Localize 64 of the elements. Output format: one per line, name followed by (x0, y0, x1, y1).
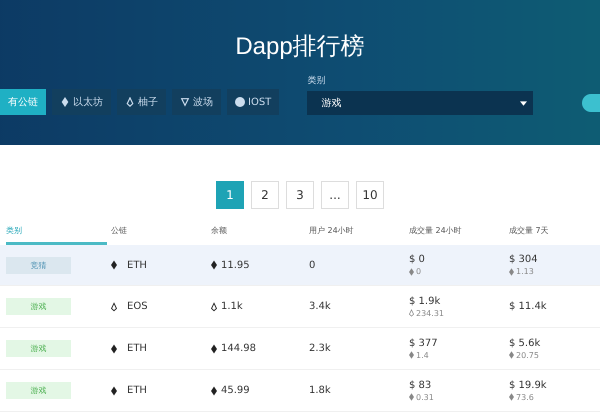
drop-icon (211, 302, 217, 312)
chain-name: ETH (127, 260, 147, 270)
volume-usd: $ 0 (409, 254, 425, 265)
column-header[interactable]: 成交量 7天 (509, 217, 600, 245)
diamond-icon (509, 393, 514, 401)
users-value: 1.8k (309, 385, 331, 396)
page-button[interactable]: 3 (286, 181, 314, 209)
volume-coin: 0.31 (416, 392, 434, 402)
diamond-icon (211, 260, 217, 270)
volume-coin: 73.6 (516, 392, 534, 402)
category-tag: 游戏 (6, 298, 71, 315)
category-dropdown[interactable]: 游戏 (307, 91, 534, 115)
page-button[interactable]: ... (321, 181, 349, 209)
volume-coin: 0 (416, 267, 422, 276)
diamond-icon (211, 386, 217, 396)
table-row[interactable]: 竞猜 ETH 11.95 0 $ 0 0 $ 304 1.13 (0, 245, 600, 286)
volume-usd: $ 11.4k (509, 301, 547, 312)
volume-coin: 1.4 (416, 350, 429, 360)
column-header[interactable]: 公链 (111, 217, 211, 245)
page-title: Dapp排行榜 (235, 32, 365, 62)
diamond-icon (60, 97, 70, 107)
diamond-icon (509, 351, 514, 359)
balance-value: 11.95 (221, 260, 250, 270)
volume-usd: $ 1.9k (409, 296, 440, 306)
volume-coin: 234.31 (416, 308, 444, 318)
volume-coin: 1.13 (516, 267, 534, 276)
diamond-icon (509, 268, 514, 276)
volume-usd: $ 5.6k (509, 338, 540, 348)
diamond-icon (409, 393, 414, 401)
chain-name: ETH (127, 385, 147, 396)
column-header[interactable]: 成交量 24小时 (409, 217, 509, 245)
diamond-icon (211, 344, 217, 354)
users-value: 2.3k (309, 343, 331, 354)
drop-icon (409, 309, 414, 317)
volume-usd: $ 83 (409, 380, 432, 390)
column-header[interactable]: 用户 24小时 (309, 217, 409, 245)
filter-label: 类别 (307, 74, 326, 87)
chain-tab[interactable]: 柚子 (117, 89, 166, 115)
chain-name: EOS (127, 301, 148, 312)
category-tag: 竞猜 (6, 256, 71, 274)
volume-coin: 20.75 (516, 350, 539, 360)
balance-value: 144.98 (221, 343, 256, 354)
circle-icon (235, 97, 245, 107)
balance-value: 45.99 (221, 385, 250, 396)
triangle-icon (180, 97, 190, 107)
page-button[interactable]: 10 (356, 181, 384, 209)
chain-tab[interactable]: IOST (227, 89, 280, 115)
volume-usd: $ 377 (409, 338, 438, 348)
chain-tab[interactable]: 以太坊 (52, 89, 111, 115)
category-tag: 游戏 (6, 382, 71, 399)
chain-tab[interactable]: 波场 (172, 89, 221, 115)
users-value: 0 (309, 260, 316, 270)
diamond-icon (409, 351, 414, 359)
users-value: 3.4k (309, 301, 331, 312)
volume-usd: $ 19.9k (509, 380, 547, 390)
chain-name: ETH (127, 343, 147, 354)
diamond-icon (409, 268, 414, 276)
drop-icon (125, 97, 135, 107)
column-header[interactable]: 余额 (211, 217, 309, 245)
caret-icon (520, 100, 528, 106)
volume-usd: $ 304 (509, 254, 538, 265)
balance-value: 1.1k (221, 301, 243, 312)
category-tag: 游戏 (6, 340, 71, 357)
page-button[interactable]: 2 (251, 181, 279, 209)
